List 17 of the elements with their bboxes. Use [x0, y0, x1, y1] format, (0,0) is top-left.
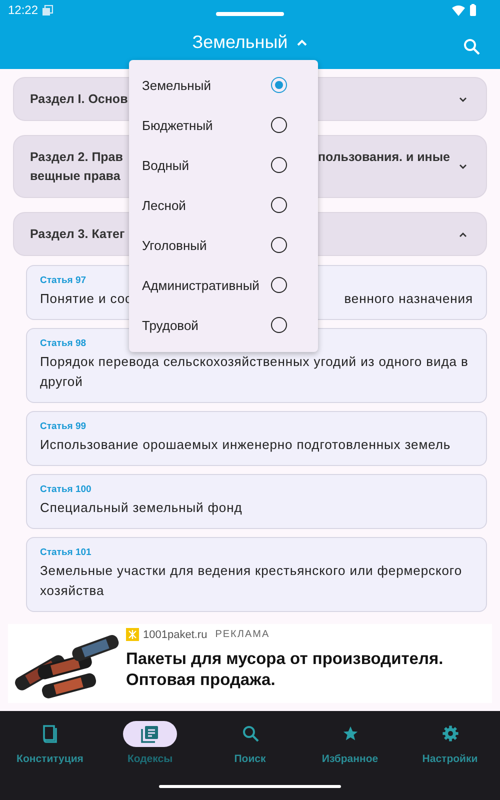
article-number: Статья 98	[40, 338, 86, 350]
article-title: Специальный земельный фонд	[40, 499, 242, 518]
ad-label: РЕКЛАМА	[215, 629, 270, 640]
section-title: вещные права	[30, 169, 120, 184]
article-number: Статья 97	[40, 275, 86, 286]
section-title: Раздел 3. Катег	[30, 227, 125, 242]
article-number: Статья 99	[40, 421, 86, 432]
article-number: Статья 100	[40, 484, 92, 496]
article-title: венного назначения	[344, 290, 473, 308]
status-time: 12:22	[8, 3, 38, 17]
section-title: Раздел 2. Прав	[30, 150, 123, 164]
article-title: Порядок перевода сельскохозяйственных угодий из одного вида в другой	[40, 353, 470, 392]
article-title: Земельные участки для ведения крестьянского или фермерского хозяйства	[40, 562, 464, 600]
section-title: пользования. и иные	[318, 150, 450, 164]
section-title: Раздел I. Основ	[30, 92, 128, 106]
article-title: Использование орошаемых инженерно подготовленных земель	[40, 436, 451, 454]
article-number: Статья 101	[40, 547, 92, 558]
